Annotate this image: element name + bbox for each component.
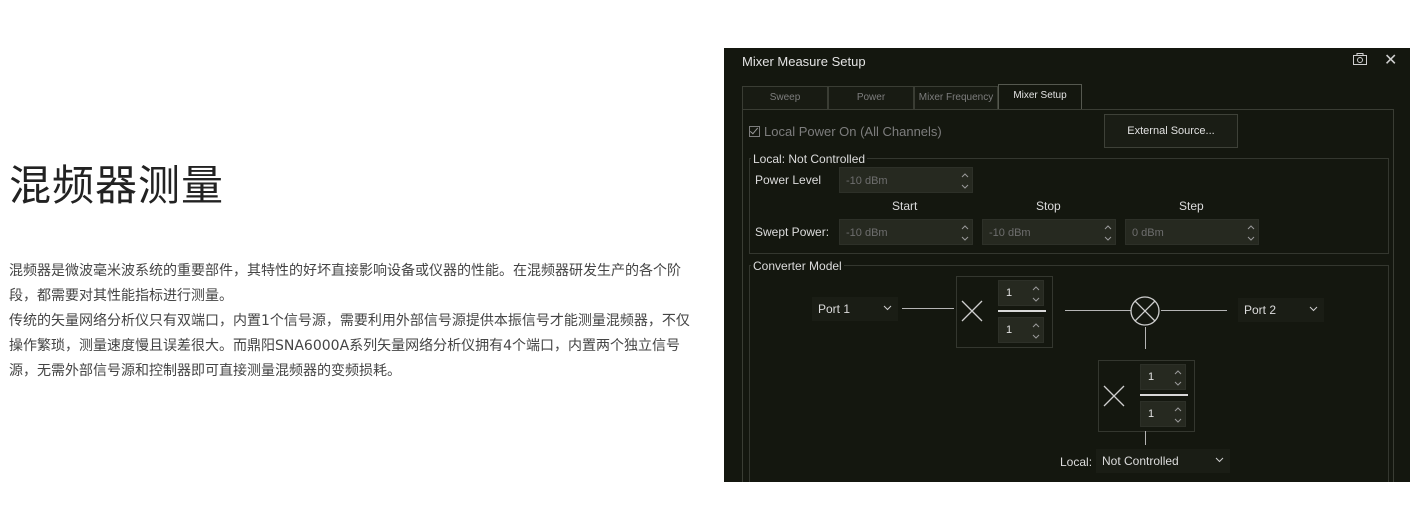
spin-arrows-icon[interactable] — [1104, 223, 1112, 243]
multiply-icon — [961, 300, 983, 322]
local-label: Local: — [1060, 455, 1093, 469]
checkbox-icon[interactable] — [749, 126, 760, 137]
page-title: 混频器测量 — [9, 161, 225, 210]
power-level-label: Power Level — [755, 173, 822, 187]
tab-mixer-setup[interactable]: Mixer Setup — [998, 84, 1082, 110]
chevron-down-icon[interactable] — [1309, 306, 1318, 312]
tab-power[interactable]: Power — [828, 86, 914, 109]
close-icon[interactable]: ✕ — [1384, 50, 1397, 70]
output-port-value: Port 2 — [1244, 303, 1277, 317]
connector-line — [1145, 431, 1146, 445]
chevron-down-icon[interactable] — [1215, 457, 1224, 463]
spin-arrows-icon[interactable] — [1247, 223, 1255, 243]
connector-line — [902, 308, 954, 309]
spin-arrows-icon[interactable] — [1174, 368, 1182, 397]
description-paragraph: 传统的矢量网络分析仪只有双端口，内置1个信号源，需要利用外部信号源提供本振信号才… — [9, 313, 690, 379]
local-control-value: Not Controlled — [1102, 454, 1179, 468]
input-port-select[interactable]: Port 1 — [812, 297, 898, 321]
spin-arrows-icon[interactable] — [961, 223, 969, 243]
spin-arrows-icon[interactable] — [1032, 284, 1040, 313]
description: 混频器是微波毫米波系统的重要部件，其特性的好坏直接影响设备或仪器的性能。在混频器… — [9, 259, 699, 384]
swept-start-value: -10 dBm — [846, 227, 888, 239]
input-numerator-value: 1 — [1006, 287, 1013, 299]
external-source-button[interactable]: External Source... — [1104, 114, 1238, 148]
fraction-bar — [998, 310, 1046, 312]
swept-power-start-input[interactable]: -10 dBm — [839, 219, 973, 245]
local-power-checkbox[interactable]: Local Power On (All Channels) — [749, 124, 942, 139]
input-denominator-value: 1 — [1006, 324, 1013, 336]
swept-stop-value: -10 dBm — [989, 227, 1031, 239]
multiply-icon — [1103, 385, 1125, 407]
output-port-select[interactable]: Port 2 — [1238, 298, 1324, 322]
power-level-input[interactable]: -10 dBm — [839, 167, 973, 193]
local-denominator-value: 1 — [1148, 408, 1155, 420]
mixer-icon — [1130, 296, 1160, 326]
input-denominator-input[interactable]: 1 — [998, 317, 1044, 343]
step-column-label: Step — [1179, 199, 1204, 213]
swept-power-step-input[interactable]: 0 dBm — [1125, 219, 1259, 245]
converter-model-title: Converter Model — [751, 259, 844, 273]
connector-line — [1065, 310, 1131, 311]
fraction-bar — [1140, 394, 1188, 396]
tab-mixer-frequency[interactable]: Mixer Frequency — [914, 86, 998, 109]
dialog-title: Mixer Measure Setup — [742, 54, 866, 69]
local-numerator-value: 1 — [1148, 371, 1155, 383]
swept-power-label: Swept Power: — [755, 225, 830, 239]
spin-arrows-icon[interactable] — [1032, 321, 1040, 350]
start-column-label: Start — [892, 199, 918, 213]
swept-step-value: 0 dBm — [1132, 227, 1164, 239]
spin-arrows-icon[interactable] — [1174, 405, 1182, 434]
power-level-value: -10 dBm — [846, 175, 888, 187]
mixer-measure-setup-dialog: Mixer Measure Setup ✕ Sweep Power Mixer … — [724, 48, 1410, 482]
chevron-down-icon[interactable] — [883, 305, 892, 311]
local-power-label: Local Power On (All Channels) — [764, 124, 942, 139]
spin-arrows-icon[interactable] — [961, 171, 969, 191]
local-control-select[interactable]: Not Controlled — [1096, 449, 1230, 473]
local-numerator-input[interactable]: 1 — [1140, 364, 1186, 390]
input-numerator-input[interactable]: 1 — [998, 280, 1044, 306]
local-denominator-input[interactable]: 1 — [1140, 401, 1186, 427]
description-paragraph: 混频器是微波毫米波系统的重要部件，其特性的好坏直接影响设备或仪器的性能。在混频器… — [9, 263, 681, 304]
tab-sweep[interactable]: Sweep — [742, 86, 828, 109]
camera-icon[interactable] — [1353, 53, 1367, 65]
swept-power-stop-input[interactable]: -10 dBm — [982, 219, 1116, 245]
local-group-title: Local: Not Controlled — [751, 152, 868, 166]
connector-line — [1145, 327, 1146, 349]
stop-column-label: Stop — [1036, 199, 1061, 213]
connector-line — [1161, 310, 1227, 311]
input-port-value: Port 1 — [818, 302, 851, 316]
